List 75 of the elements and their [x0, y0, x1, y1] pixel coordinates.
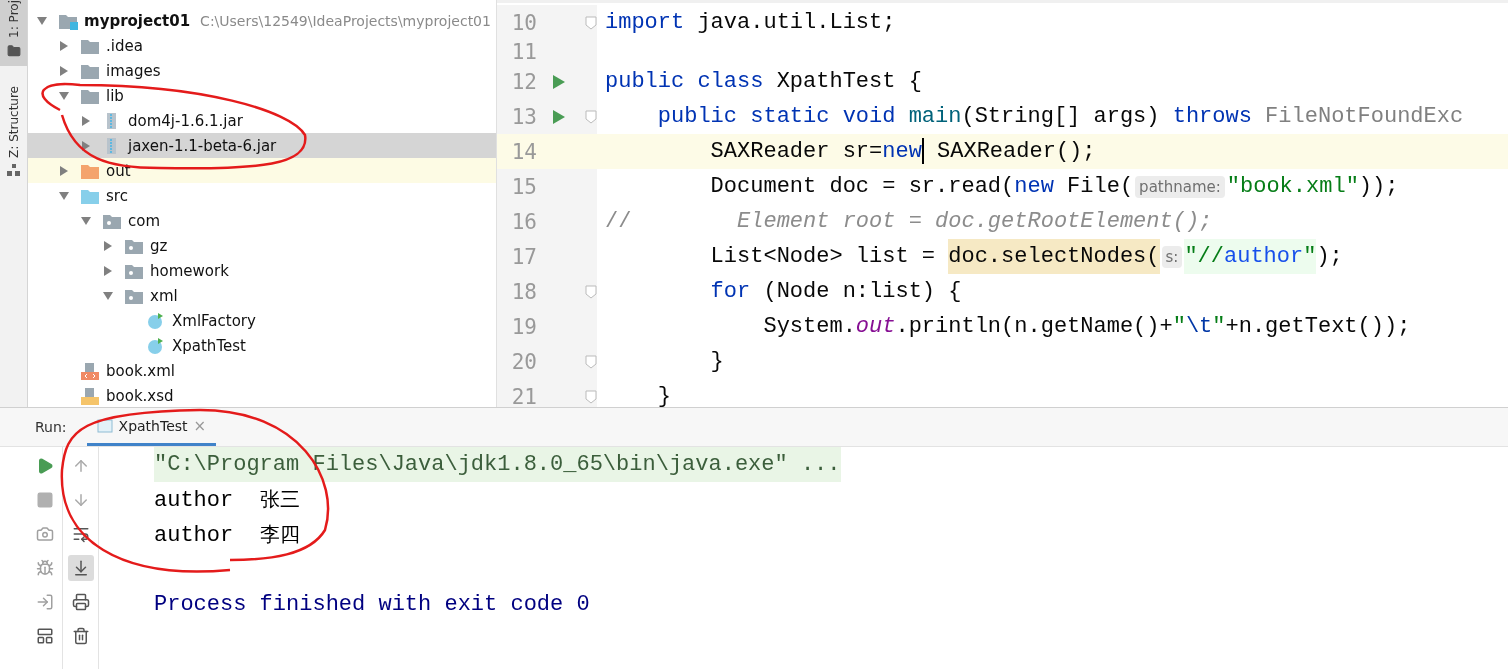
- line-number: 13: [510, 104, 537, 129]
- code-line: }: [656, 383, 671, 407]
- code-line: }: [709, 348, 724, 376]
- exit-message: Process finished with exit code 0: [154, 592, 590, 617]
- project-path: C:\Users\12549\IdeaProjects\myproject01: [200, 12, 491, 29]
- collapsed-arrow-icon[interactable]: [80, 114, 92, 127]
- tree-item[interactable]: com: [128, 211, 161, 230]
- tree-item[interactable]: out: [106, 161, 131, 180]
- collapsed-arrow-icon[interactable]: [80, 139, 92, 152]
- line-number: 11: [510, 40, 537, 64]
- collapsed-arrow-icon[interactable]: [58, 64, 70, 77]
- line-number: 10: [510, 10, 537, 35]
- soft-wrap-icon[interactable]: [71, 525, 90, 543]
- code-line: public class XpathTest {: [604, 68, 922, 96]
- console-output: author 张三: [154, 486, 300, 513]
- collapsed-arrow-icon[interactable]: [102, 264, 114, 277]
- tree-item[interactable]: gz: [150, 236, 168, 255]
- xml-file-icon: [80, 361, 100, 380]
- print-icon[interactable]: [71, 593, 90, 611]
- import-icon[interactable]: [35, 593, 54, 611]
- code-line: Document doc = sr.read(new File( pathname: "book.xml"));: [709, 173, 1399, 201]
- line-number: 21: [510, 384, 537, 407]
- tree-item[interactable]: homework: [150, 261, 229, 280]
- tree-item[interactable]: xml: [150, 286, 178, 305]
- tool-window-tab[interactable]: Z: Structure: [6, 85, 21, 158]
- line-number: 15: [510, 174, 537, 199]
- tree-item[interactable]: myproject01: [84, 11, 191, 30]
- line-number: 18: [510, 279, 537, 304]
- fold-marker-icon[interactable]: [585, 389, 597, 404]
- layout-icon[interactable]: [35, 627, 54, 645]
- expanded-arrow-icon[interactable]: [58, 89, 70, 102]
- code-line: // Element root = doc.getRootElement();: [604, 208, 1213, 236]
- tree-item[interactable]: XmlFactory: [172, 311, 256, 330]
- fold-marker-icon[interactable]: [585, 109, 597, 124]
- tree-item[interactable]: XpathTest: [172, 336, 246, 355]
- collapsed-arrow-icon[interactable]: [58, 164, 70, 177]
- expanded-arrow-icon[interactable]: [58, 189, 70, 202]
- structure-icon: [6, 163, 21, 176]
- line-number: 16: [510, 209, 537, 234]
- line-number: 20: [510, 349, 537, 374]
- run-label: Run:: [35, 419, 67, 435]
- trash-icon[interactable]: [71, 627, 90, 645]
- camera-icon[interactable]: [35, 525, 54, 543]
- expanded-arrow-icon[interactable]: [102, 289, 114, 302]
- folder-icon: [6, 43, 21, 58]
- collapsed-arrow-icon[interactable]: [58, 39, 70, 52]
- expanded-arrow-icon[interactable]: [36, 14, 48, 27]
- fold-marker-icon[interactable]: [585, 15, 597, 30]
- tree-item[interactable]: images: [106, 61, 161, 80]
- tree-item[interactable]: book.xml: [106, 361, 175, 380]
- line-number: 14: [510, 139, 537, 164]
- console-output: author 李四: [154, 521, 300, 548]
- tree-item[interactable]: src: [106, 186, 128, 205]
- code-line: public static void main(String[] args) throws FileNotFoundExc: [656, 103, 1464, 131]
- code-line: List<Node> list = doc.selectNodes( s: "//author");: [597, 239, 1343, 274]
- tree-item[interactable]: dom4j-1.6.1.jar: [128, 111, 243, 130]
- line-number: 19: [510, 314, 537, 339]
- collapsed-arrow-icon[interactable]: [102, 239, 114, 252]
- tree-item[interactable]: book.xsd: [106, 386, 174, 405]
- code-line: import java.util.List;: [604, 9, 896, 37]
- expanded-arrow-icon[interactable]: [80, 214, 92, 227]
- line-number: 12: [510, 69, 537, 94]
- fold-marker-icon[interactable]: [585, 284, 597, 299]
- fold-marker-icon[interactable]: [585, 354, 597, 369]
- run-icon[interactable]: [552, 108, 566, 125]
- xsd-file-icon: [80, 386, 100, 405]
- bug-icon[interactable]: [35, 559, 54, 577]
- code-line: System.out.println(n.getName()+"\t"+n.getText());: [762, 313, 1411, 341]
- line-number: 17: [510, 244, 537, 269]
- code-line: SAXReader sr=new SAXReader();: [709, 137, 1096, 167]
- tree-item[interactable]: lib: [106, 86, 124, 105]
- stop-icon[interactable]: [35, 491, 54, 509]
- tree-item[interactable]: .idea: [106, 36, 143, 55]
- code-line: for (Node n:list) {: [709, 278, 962, 306]
- run-icon[interactable]: [552, 73, 566, 90]
